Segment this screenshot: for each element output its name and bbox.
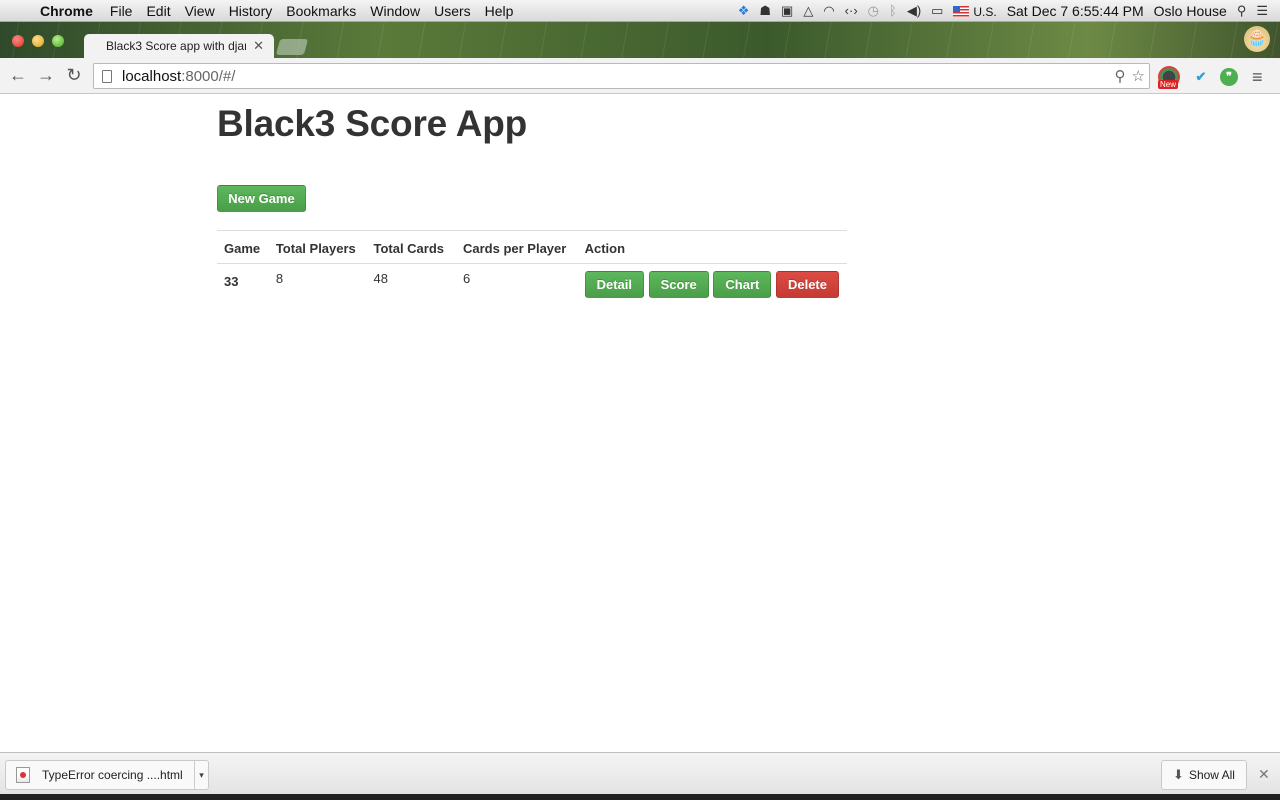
input-source-label: U.S. (973, 4, 997, 19)
minimize-window-button[interactable] (32, 35, 44, 47)
url-path: :8000/#/ (181, 67, 236, 85)
menu-users[interactable]: Users (434, 3, 482, 19)
battery-icon[interactable]: ▭ (931, 3, 943, 19)
new-game-button[interactable]: New Game (217, 185, 306, 212)
status-area: ❖ ☗ ▣ △ ◠ ‹·› ◷ ᛒ ◀︎) ▭ U.S. Sat Dec 7 6… (738, 3, 1280, 19)
page-icon (102, 69, 112, 83)
list-icon[interactable]: ☰ (1256, 3, 1268, 19)
close-icon[interactable]: ✕ (1258, 766, 1270, 783)
cell-cards-per-player: 6 (462, 271, 471, 286)
download-item[interactable]: TypeError coercing ....html ▾ (5, 760, 209, 790)
menu-bookmarks[interactable]: Bookmarks (286, 3, 367, 19)
chart-button[interactable]: Chart (713, 271, 772, 298)
menu-app-chrome[interactable]: Chrome (40, 3, 107, 19)
extension-chromecast-icon[interactable]: New (1158, 66, 1180, 89)
search-icon[interactable]: ⚲ (1115, 67, 1126, 85)
page-content: Black3 Score App New Game Game Total Pla… (0, 95, 1280, 752)
tab-active[interactable]: Black3 Score app with djan ✕ (84, 34, 274, 58)
star-icon[interactable]: ☆ (1132, 67, 1145, 85)
menu-icon[interactable]: ≡ (1252, 67, 1263, 88)
extension-badge: New (1158, 80, 1179, 89)
close-window-button[interactable] (12, 35, 24, 47)
new-tab-button[interactable] (275, 39, 309, 55)
dropbox-icon[interactable]: ❖ (738, 3, 750, 19)
games-table: Game Total Players Total Cards Cards per… (217, 230, 847, 305)
clock[interactable]: Sat Dec 7 6:55:44 PM (1007, 3, 1144, 19)
window-bottom-edge (0, 794, 1280, 800)
file-icon (16, 767, 30, 783)
tab-strip: Black3 Score app with djan ✕ (0, 22, 1280, 58)
url-host: localhost (122, 67, 182, 85)
tab-close-icon[interactable]: ✕ (253, 38, 264, 54)
menu-window[interactable]: Window (370, 3, 431, 19)
input-source[interactable]: U.S. (953, 3, 997, 19)
extension-hangouts-icon[interactable]: ❞ (1220, 68, 1238, 86)
forward-icon[interactable]: → (32, 65, 60, 86)
cell-total-cards: 48 (373, 271, 388, 286)
menu-bar: Chrome File Edit View History Bookmarks … (0, 0, 1280, 22)
download-shelf: TypeError coercing ....html ▾ ⬇ Show All… (0, 752, 1280, 794)
score-button[interactable]: Score (648, 271, 709, 298)
drive-icon[interactable]: △ (803, 3, 813, 19)
page-title: Black3 Score App (217, 103, 528, 144)
cell-actions: Detail Score Chart Delete (578, 264, 847, 306)
cell-total-players: 8 (275, 271, 284, 286)
evernote-icon[interactable]: ☗ (759, 3, 771, 19)
volume-icon[interactable]: ◀︎) (907, 3, 921, 19)
header-action: Action (577, 230, 847, 264)
omnibox-actions: ⚲ ☆ (1115, 67, 1149, 85)
show-all-label: Show All (1188, 768, 1235, 782)
code-icon[interactable]: ‹·› (845, 3, 858, 18)
chevron-down-icon[interactable]: ▾ (194, 761, 208, 789)
back-icon[interactable]: ← (4, 65, 32, 86)
detail-button[interactable]: Detail (584, 271, 644, 298)
user-name[interactable]: Oslo House (1154, 3, 1227, 19)
table-row: 33 8 48 6 Detail Score Chart Delete (217, 264, 847, 306)
menu-view[interactable]: View (185, 3, 226, 19)
tab-title: Black3 Score app with djan (106, 39, 246, 53)
bluetooth-icon[interactable]: ᛒ (889, 3, 897, 18)
profile-avatar-icon[interactable]: 🧁 (1244, 26, 1270, 52)
menu-history[interactable]: History (229, 3, 284, 19)
header-cards-per-player: Cards per Player (455, 230, 578, 264)
time-machine-icon[interactable]: ◷ (868, 3, 879, 19)
extension-check-icon[interactable]: ✔ (1190, 66, 1212, 88)
delete-button[interactable]: Delete (775, 271, 839, 298)
header-total-cards: Total Cards (366, 230, 456, 264)
menu-file[interactable]: File (110, 3, 144, 19)
wifi-icon[interactable]: ◠ (823, 3, 834, 19)
browser-toolbar: ← → ↻ localhost:8000/#/ ⚲ ☆ New ✔ ❞ ≡ (0, 58, 1280, 94)
header-total-players: Total Players (268, 230, 367, 264)
download-file-name: TypeError coercing ....html (42, 768, 183, 782)
address-bar[interactable]: localhost:8000/#/ ⚲ ☆ (93, 63, 1150, 89)
spotlight-icon[interactable]: ⚲ (1237, 3, 1247, 19)
us-flag-icon (953, 6, 970, 18)
reload-icon[interactable]: ↻ (60, 65, 88, 86)
menu-edit[interactable]: Edit (146, 3, 181, 19)
zoom-window-button[interactable] (52, 35, 64, 47)
table-header-row: Game Total Players Total Cards Cards per… (217, 230, 847, 264)
terminal-icon[interactable]: ▣ (781, 3, 793, 19)
cell-game: 33 (224, 274, 239, 289)
download-icon: ⬇ (1173, 767, 1184, 782)
header-game: Game (217, 230, 269, 264)
show-all-button[interactable]: ⬇ Show All (1161, 760, 1247, 790)
menu-help[interactable]: Help (485, 3, 525, 19)
